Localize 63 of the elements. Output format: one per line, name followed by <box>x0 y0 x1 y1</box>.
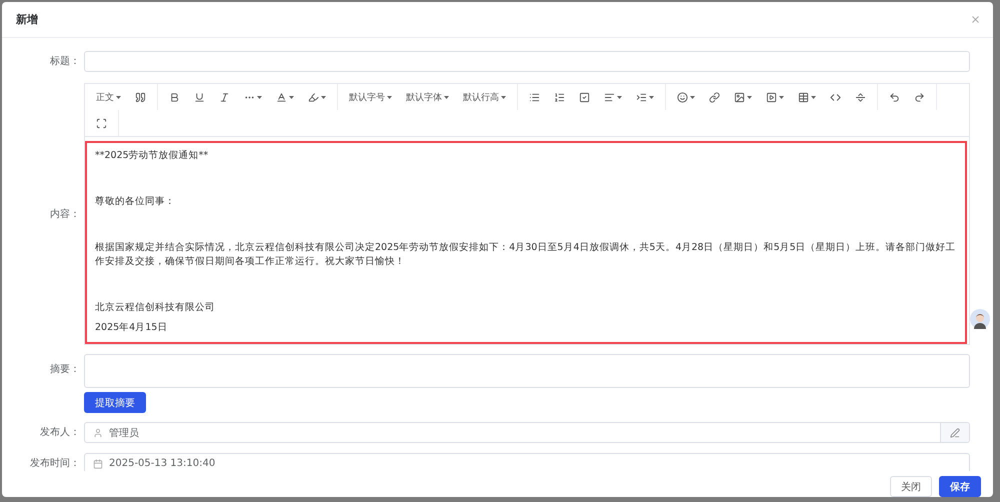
toolbar-dropdown[interactable]: 默认行高 <box>456 84 513 110</box>
content-editor[interactable]: **2025劳动节放假通知** 尊敬的各位同事： 根据国家规定并结合实际情况，北京云程信创科技有限公司决定2025年劳动节放假安排如下：4月30日至5月4日放假调休，共5天。4月28日（星期日）和5月5日（星期日）上班。请各部门做好工作安排及交接，确保节假日期间各项工作正常运行。祝大家节日愉快！ 北京云程信创科技有限公司 2025年4月15日 <box>85 141 967 344</box>
bold-icon <box>169 92 180 102</box>
caret-icon <box>649 96 654 98</box>
save-button[interactable]: 保存 <box>939 476 981 497</box>
field-label: 发布时间： <box>29 456 81 471</box>
caret-icon <box>257 96 262 98</box>
font-color-icon <box>276 92 287 102</box>
caret-icon <box>444 96 449 98</box>
fullscreen-icon <box>96 118 107 128</box>
publish-time-input[interactable]: 2025-05-13 13:10:40 <box>84 453 970 471</box>
undo-icon <box>889 92 900 102</box>
publisher-value: 管理员 <box>109 426 139 440</box>
publisher-input[interactable]: 管理员 <box>84 422 970 443</box>
smile-icon <box>677 92 688 102</box>
content-paragraph: 尊敬的各位同事： <box>95 195 176 209</box>
italic-icon <box>219 92 230 102</box>
edit-addon[interactable] <box>940 423 969 442</box>
caret-icon <box>116 96 121 98</box>
user-icon <box>93 428 103 438</box>
close-button[interactable]: 关闭 <box>890 476 932 497</box>
title-input[interactable] <box>84 51 970 72</box>
indent-icon <box>636 92 647 102</box>
divider-icon <box>855 92 866 102</box>
toolbar-dropdown[interactable]: 默认字号 <box>342 84 399 110</box>
code-icon <box>830 92 841 102</box>
publish-time-value: 2025-05-13 13:10:40 <box>109 458 216 469</box>
numbered-list-icon <box>554 92 565 102</box>
bullet-list-icon <box>529 92 540 102</box>
video-icon <box>766 92 777 102</box>
calendar-icon <box>93 458 103 468</box>
toolbar-dropdown[interactable]: 默认字体 <box>399 84 456 110</box>
checkbox-list-icon <box>579 92 590 102</box>
toolbar-dropdown[interactable]: 正文 <box>89 84 128 110</box>
caret-icon <box>690 96 695 98</box>
content-paragraph: 北京云程信创科技有限公司 <box>95 301 216 315</box>
field-label: 标题： <box>49 54 81 69</box>
avatar-icon[interactable] <box>970 309 990 329</box>
caret-icon <box>811 96 816 98</box>
image-icon <box>734 92 745 102</box>
underline-icon <box>194 92 205 102</box>
caret-icon <box>321 96 326 98</box>
field-label: 内容： <box>49 208 81 222</box>
content-paragraph: 根据国家规定并结合实际情况，北京云程信创科技有限公司决定2025年劳动节放假安排如下：4月30日至5月4日放假调休，共5天。4月28日（星期日）和5月5日（星期日）上班。请各部门做好工作安排及交接，确保节假日期间各项工作正常运行。祝大家节日愉快！ <box>95 241 957 269</box>
dialog-title: 新增 <box>16 12 38 27</box>
quote-icon <box>135 92 146 102</box>
caret-icon <box>617 96 622 98</box>
table-icon <box>798 92 809 102</box>
extract-summary-button[interactable]: 提取摘要 <box>84 392 146 413</box>
field-label: 摘要： <box>49 362 81 377</box>
content-paragraph: 2025年4月15日 <box>95 321 168 335</box>
caret-icon <box>289 96 294 98</box>
caret-icon <box>501 96 506 98</box>
field-label: 发布人： <box>39 426 81 440</box>
caret-icon <box>387 96 392 98</box>
redo-icon <box>914 92 925 102</box>
link-icon <box>709 92 720 102</box>
caret-icon <box>747 96 752 98</box>
caret-icon <box>779 96 784 98</box>
pen-icon <box>950 428 960 438</box>
content-paragraph: **2025劳动节放假通知** <box>95 149 210 163</box>
highlight-icon <box>308 92 319 102</box>
align-icon <box>604 92 615 102</box>
